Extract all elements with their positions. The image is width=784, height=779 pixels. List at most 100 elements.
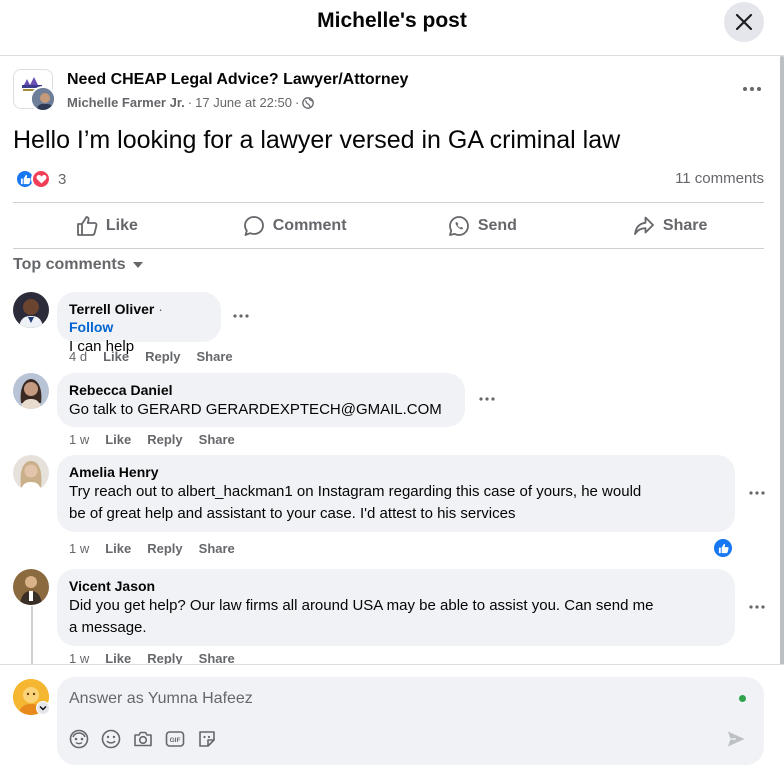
comment-like-link[interactable]: Like bbox=[105, 651, 131, 664]
post-meta: Michelle Farmer Jr. · 17 June at 22:50 · bbox=[67, 95, 315, 110]
send-button[interactable]: Send bbox=[389, 203, 577, 248]
dialog-title: Michelle's post bbox=[317, 9, 467, 32]
avatar-sticker-icon bbox=[69, 729, 89, 749]
comment-like-link[interactable]: Like bbox=[105, 541, 131, 556]
comment-share-link[interactable]: Share bbox=[199, 432, 235, 447]
comment-time[interactable]: 1 w bbox=[69, 651, 89, 664]
comment-like-reaction-badge[interactable] bbox=[712, 537, 734, 559]
commenter-avatar[interactable] bbox=[13, 455, 49, 491]
like-button[interactable]: Like bbox=[13, 203, 201, 248]
comment-more-button[interactable] bbox=[475, 387, 499, 411]
send-label: Send bbox=[477, 216, 517, 234]
camera-icon bbox=[134, 731, 152, 747]
chevron-down-icon bbox=[39, 706, 47, 711]
comment-text-line: Try reach out to albert_hackman1 on Inst… bbox=[69, 483, 642, 500]
comment-more-button[interactable] bbox=[229, 304, 253, 328]
comment-item: Rebecca Daniel Go talk to GERARD GERARDE… bbox=[13, 373, 753, 453]
comment-time[interactable]: 1 w bbox=[69, 541, 89, 556]
name-separator: · bbox=[158, 301, 163, 317]
comment-time[interactable]: 4 d bbox=[69, 349, 87, 364]
share-label: Share bbox=[662, 216, 708, 234]
close-button[interactable] bbox=[724, 2, 764, 42]
thumbs-up-icon bbox=[76, 215, 98, 236]
comment-composer: GIF bbox=[0, 664, 784, 779]
share-icon bbox=[633, 216, 654, 235]
online-status-dot bbox=[739, 695, 746, 702]
close-icon bbox=[735, 13, 753, 31]
post-text: Hello I’m looking for a lawyer versed in… bbox=[13, 126, 621, 154]
post-action-bar: Like Comment Send Share bbox=[13, 202, 764, 249]
like-reaction-icon bbox=[718, 543, 729, 553]
commenter-avatar[interactable] bbox=[13, 292, 49, 328]
share-button[interactable]: Share bbox=[576, 203, 764, 248]
more-icon bbox=[743, 87, 761, 91]
commenter-avatar-image bbox=[13, 292, 49, 328]
post-timestamp[interactable]: 17 June at 22:50 bbox=[195, 95, 292, 110]
author-name-link[interactable]: Michelle Farmer Jr. bbox=[67, 95, 185, 110]
composer-tools: GIF bbox=[69, 729, 217, 749]
submit-comment-button[interactable] bbox=[726, 729, 746, 749]
globe-icon bbox=[302, 96, 315, 109]
meta-separator: · bbox=[294, 95, 300, 110]
caret-down-icon bbox=[132, 262, 143, 268]
emoji-icon bbox=[101, 729, 121, 749]
comment-share-link[interactable]: Share bbox=[199, 541, 235, 556]
gif-button[interactable]: GIF bbox=[165, 729, 185, 749]
comment-reply-link[interactable]: Reply bbox=[147, 432, 182, 447]
comment-reply-link[interactable]: Reply bbox=[145, 349, 180, 364]
comment-icon bbox=[243, 215, 264, 236]
comment-input[interactable] bbox=[69, 687, 709, 711]
comment-like-link[interactable]: Like bbox=[105, 432, 131, 447]
commenter-avatar[interactable] bbox=[13, 569, 49, 605]
reply-thread-line bbox=[31, 606, 33, 664]
comment-filter-dropdown[interactable]: Top comments bbox=[13, 256, 144, 274]
comment-bubble: Amelia Henry Try reach out to albert_hac… bbox=[57, 455, 735, 532]
group-name-link[interactable]: Need CHEAP Legal Advice? Lawyer/Attorney bbox=[67, 71, 408, 89]
love-reaction-icon bbox=[31, 169, 51, 189]
scrollbar[interactable] bbox=[780, 56, 784, 676]
more-icon bbox=[479, 397, 495, 401]
commenter-name-link[interactable]: Amelia Henry bbox=[69, 463, 723, 481]
comment-bubble: Rebecca Daniel Go talk to GERARD GERARDE… bbox=[57, 373, 465, 427]
sticker-button[interactable] bbox=[197, 729, 217, 749]
comment-text-line: be of great help and assistant to your c… bbox=[69, 505, 516, 522]
author-avatar[interactable] bbox=[30, 86, 56, 112]
comment-more-button[interactable] bbox=[745, 481, 769, 505]
comment-actions: 4 d Like Reply Share bbox=[69, 349, 233, 364]
post-more-button[interactable] bbox=[740, 77, 764, 101]
avatar-sticker-button[interactable] bbox=[69, 729, 89, 749]
comment-text: Go talk to GERARD GERARDEXPTECH@GMAIL.CO… bbox=[69, 401, 442, 418]
commenter-avatar[interactable] bbox=[13, 373, 49, 409]
comments-count-link[interactable]: 11 comments bbox=[675, 170, 764, 187]
photo-button[interactable] bbox=[133, 729, 153, 749]
comment-time[interactable]: 1 w bbox=[69, 432, 89, 447]
comment-button[interactable]: Comment bbox=[201, 203, 389, 248]
send-arrow-icon bbox=[728, 731, 745, 747]
comment-actions: 1 w Like Reply Share bbox=[69, 651, 235, 664]
reactions-summary[interactable]: 3 bbox=[15, 169, 66, 189]
scrollbar-thumb[interactable] bbox=[780, 56, 784, 676]
post-header: Need CHEAP Legal Advice? Lawyer/Attorney… bbox=[13, 69, 764, 113]
commenter-name-link[interactable]: Terrell Oliver bbox=[69, 301, 154, 317]
comment-like-link[interactable]: Like bbox=[103, 349, 129, 364]
dialog-header: Michelle's post bbox=[0, 0, 784, 56]
follow-link[interactable]: Follow bbox=[69, 319, 113, 335]
comment-actions: 1 w Like Reply Share bbox=[69, 541, 235, 556]
reaction-count: 3 bbox=[58, 170, 67, 188]
comment-reply-link[interactable]: Reply bbox=[147, 651, 182, 664]
comment-bubble: Terrell Oliver · Follow I can help bbox=[57, 292, 221, 355]
commenter-name-link[interactable]: Vicent Jason bbox=[69, 577, 723, 595]
sticker-icon bbox=[199, 731, 215, 747]
commenter-avatar-image bbox=[13, 373, 49, 409]
more-icon bbox=[233, 314, 249, 318]
switch-profile-button[interactable] bbox=[36, 701, 50, 715]
comment-bubble: Vicent Jason Did you get help? Our law f… bbox=[57, 569, 735, 646]
comment-reply-link[interactable]: Reply bbox=[147, 541, 182, 556]
commenter-name-link[interactable]: Rebecca Daniel bbox=[69, 381, 453, 399]
svg-text:GIF: GIF bbox=[170, 737, 181, 744]
comment-share-link[interactable]: Share bbox=[199, 651, 235, 664]
emoji-button[interactable] bbox=[101, 729, 121, 749]
author-avatar-image bbox=[32, 88, 54, 110]
comment-share-link[interactable]: Share bbox=[197, 349, 233, 364]
comment-more-button[interactable] bbox=[745, 595, 765, 619]
